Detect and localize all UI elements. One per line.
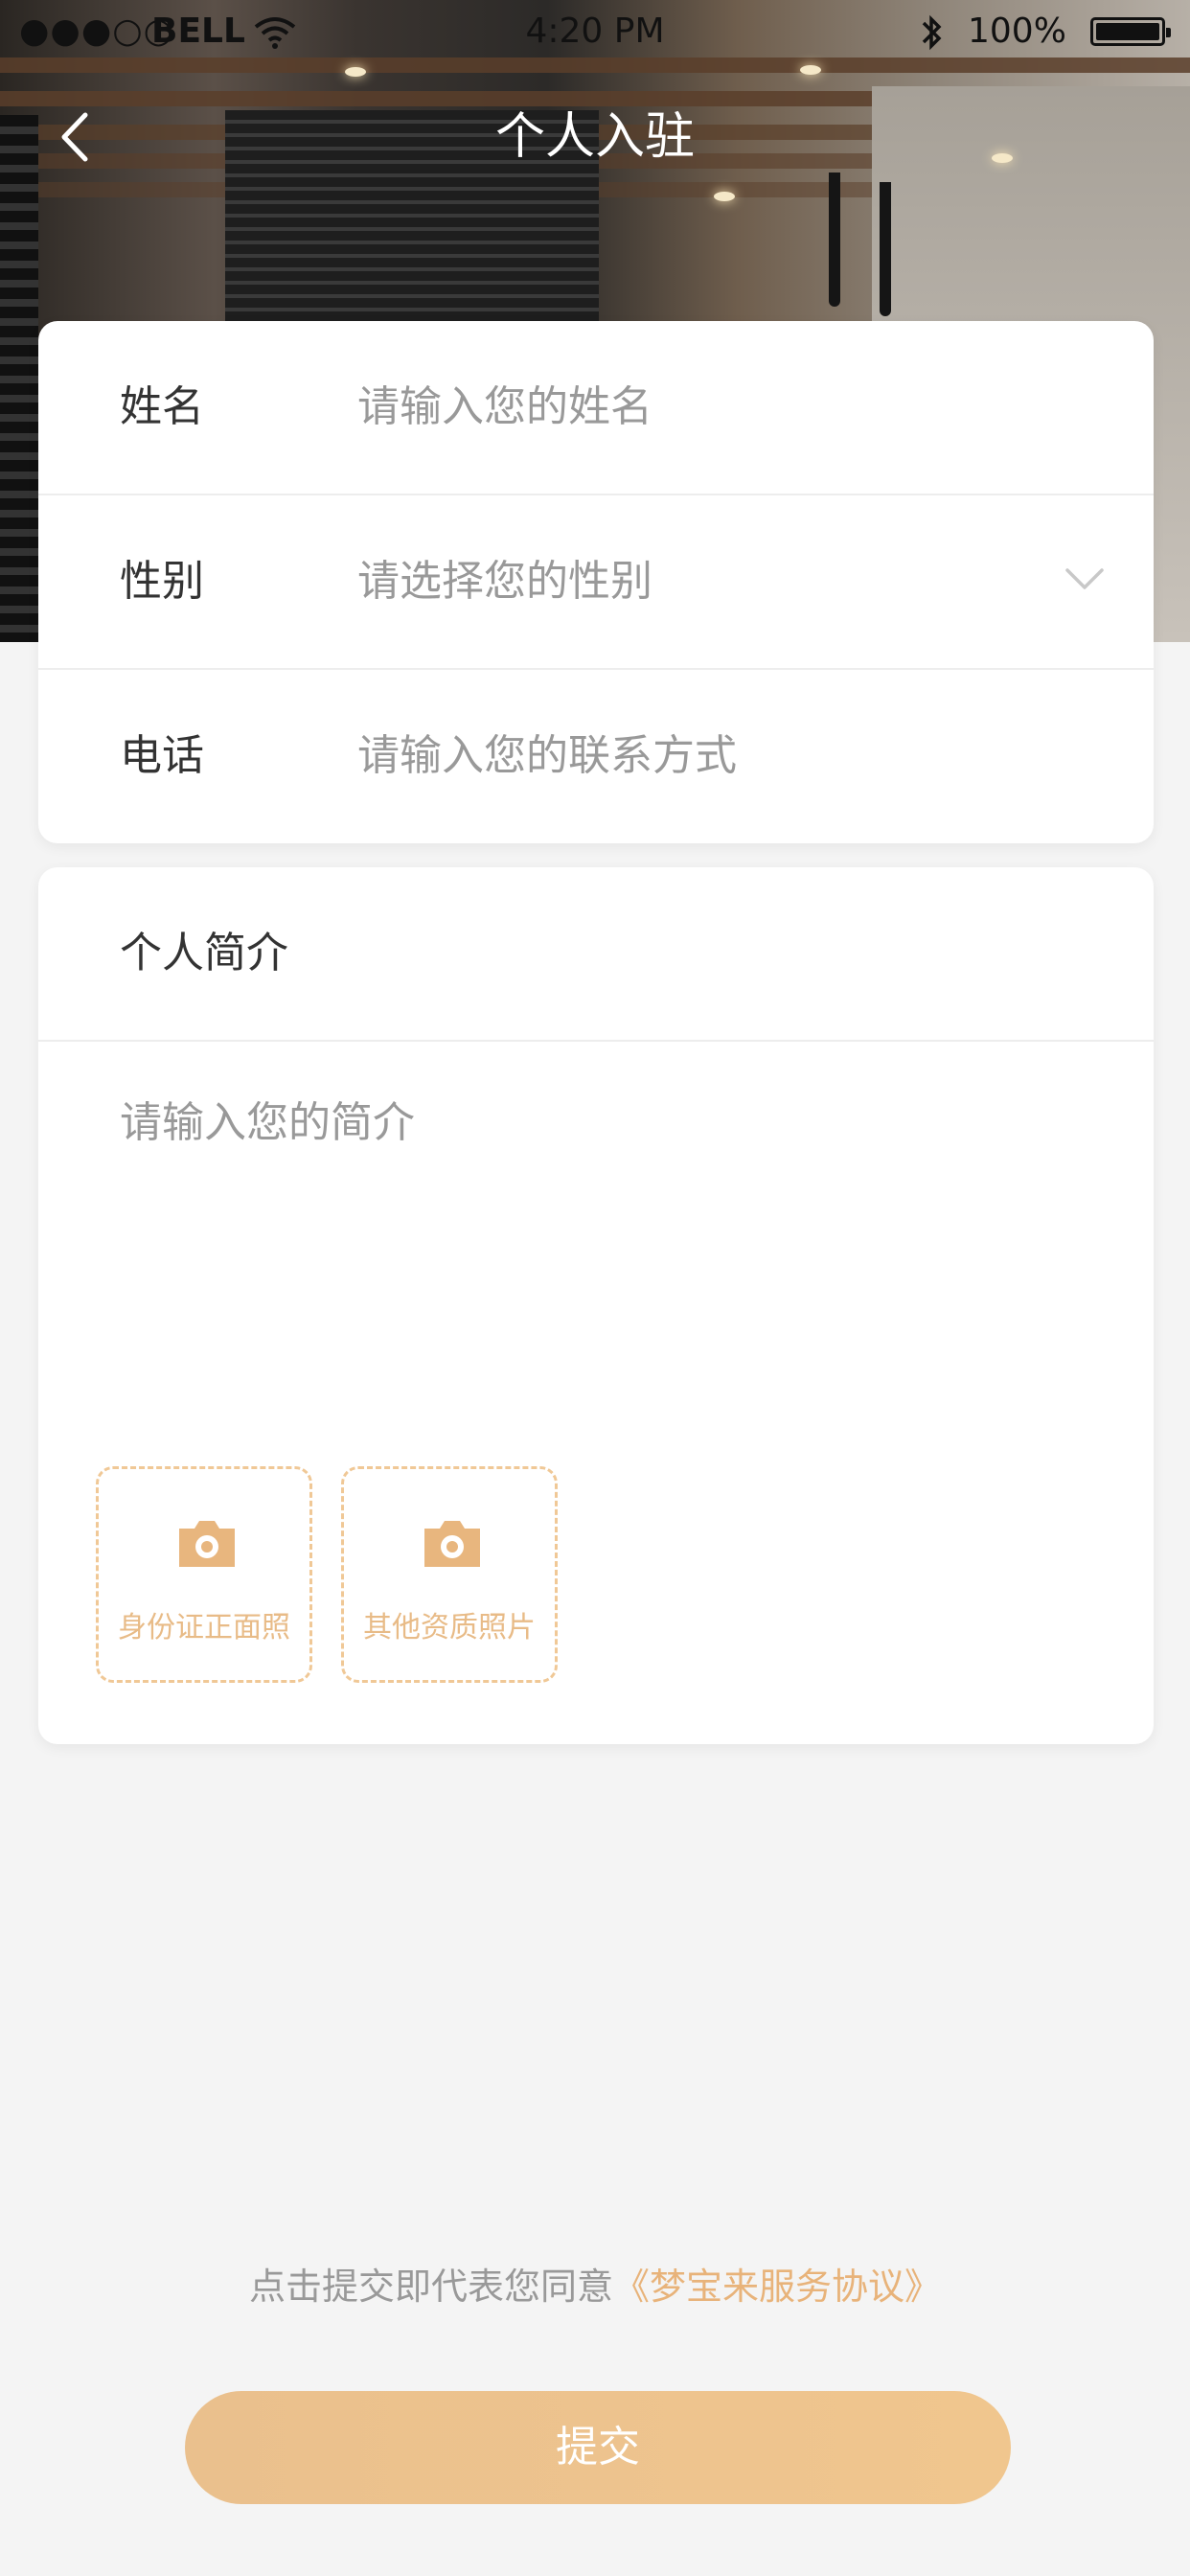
- camera-icon: [424, 1521, 480, 1567]
- intro-title: 个人简介: [120, 929, 288, 978]
- chevron-down-icon: [1065, 568, 1104, 589]
- bluetooth-icon: [918, 0, 947, 63]
- name-label: 姓名: [120, 382, 204, 431]
- name-input[interactable]: 请输入您的姓名: [357, 321, 652, 494]
- agreement-text: 点击提交即代表您同意《梦宝来服务协议》: [0, 2257, 1190, 2310]
- gender-select[interactable]: 性别 请选择您的性别: [38, 495, 1154, 670]
- intro-card: 个人简介 请输入您的简介 身份证正面照 其他资质照片: [38, 867, 1154, 1744]
- phone-label: 电话: [120, 731, 204, 780]
- page-title: 个人入驻: [494, 108, 695, 166]
- camera-icon: [179, 1521, 235, 1567]
- upload-label: 其他资质照片: [363, 1611, 536, 1644]
- battery-percent: 100%: [968, 12, 1066, 51]
- phone-field[interactable]: 电话 请输入您的联系方式: [38, 670, 1154, 842]
- basic-info-card: 姓名 请输入您的姓名 性别 请选择您的性别 电话 请输入您的联系方式: [38, 321, 1154, 843]
- status-bar: ●●●○○ BELL 4:20 PM 100%: [0, 0, 1190, 63]
- service-agreement-link[interactable]: 《梦宝来服务协议》: [613, 2266, 941, 2308]
- phone-input[interactable]: 请输入您的联系方式: [357, 670, 737, 842]
- agreement-prefix: 点击提交即代表您同意: [248, 2266, 613, 2308]
- intro-textarea[interactable]: 请输入您的简介: [120, 1088, 415, 1149]
- gender-placeholder[interactable]: 请选择您的性别: [357, 495, 652, 668]
- upload-label: 身份证正面照: [118, 1611, 290, 1644]
- gender-label: 性别: [120, 557, 204, 606]
- battery-icon: [1090, 17, 1171, 46]
- submit-button[interactable]: 提交: [185, 2391, 1011, 2504]
- divider: [38, 1040, 1154, 1042]
- id-photo-upload[interactable]: 身份证正面照: [96, 1466, 312, 1683]
- qualification-photo-upload[interactable]: 其他资质照片: [341, 1466, 558, 1683]
- name-field[interactable]: 姓名 请输入您的姓名: [38, 321, 1154, 495]
